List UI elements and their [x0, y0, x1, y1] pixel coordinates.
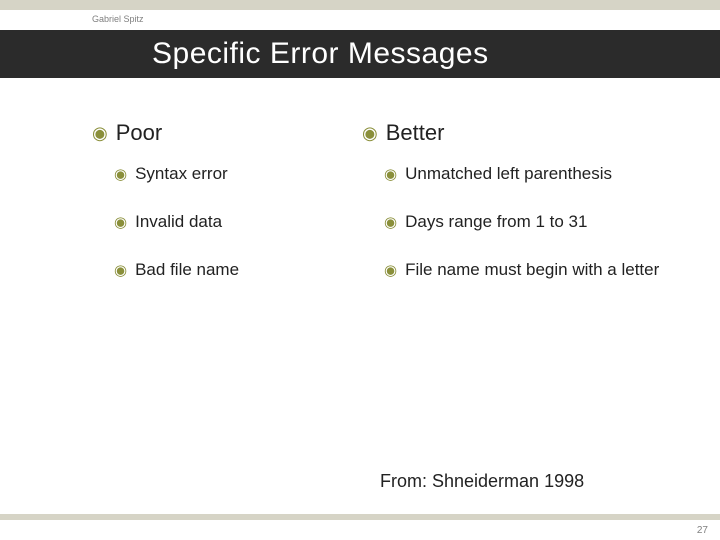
heading-poor-text: Poor [116, 120, 162, 146]
poor-item-1: Invalid data [135, 212, 222, 232]
poor-item-2: Bad file name [135, 260, 239, 280]
title-bar: Specific Error Messages [0, 30, 720, 78]
better-item-1: Days range from 1 to 31 [405, 212, 587, 232]
column-poor: ◉ Poor ◉ Syntax error ◉ Invalid data ◉ B… [92, 120, 362, 308]
citation-text: From: Shneiderman 1998 [380, 471, 584, 492]
author-label: Gabriel Spitz [92, 14, 144, 24]
heading-better-text: Better [386, 120, 445, 146]
heading-poor: ◉ Poor [92, 120, 362, 146]
bullet-icon: ◉ [362, 124, 378, 142]
column-better: ◉ Better ◉ Unmatched left parenthesis ◉ … [362, 120, 702, 308]
better-item-0: Unmatched left parenthesis [405, 164, 612, 184]
bullet-icon: ◉ [384, 263, 397, 278]
bullet-icon: ◉ [384, 167, 397, 182]
bullet-icon: ◉ [114, 167, 127, 182]
list-item: ◉ File name must begin with a letter [384, 260, 702, 280]
page-number: 27 [697, 525, 708, 536]
list-item: ◉ Unmatched left parenthesis [384, 164, 702, 184]
poor-item-0: Syntax error [135, 164, 228, 184]
content-area: ◉ Poor ◉ Syntax error ◉ Invalid data ◉ B… [92, 120, 700, 308]
bullet-icon: ◉ [114, 263, 127, 278]
heading-better: ◉ Better [362, 120, 702, 146]
bullet-icon: ◉ [92, 124, 108, 142]
bullet-icon: ◉ [384, 215, 397, 230]
list-item: ◉ Days range from 1 to 31 [384, 212, 702, 232]
bottom-accent-bar [0, 514, 720, 520]
list-item: ◉ Bad file name [114, 260, 362, 280]
list-item: ◉ Syntax error [114, 164, 362, 184]
two-column-layout: ◉ Poor ◉ Syntax error ◉ Invalid data ◉ B… [92, 120, 700, 308]
list-item: ◉ Invalid data [114, 212, 362, 232]
bullet-icon: ◉ [114, 215, 127, 230]
slide-title: Specific Error Messages [152, 37, 489, 71]
top-accent-bar [0, 0, 720, 10]
better-item-2: File name must begin with a letter [405, 260, 659, 280]
